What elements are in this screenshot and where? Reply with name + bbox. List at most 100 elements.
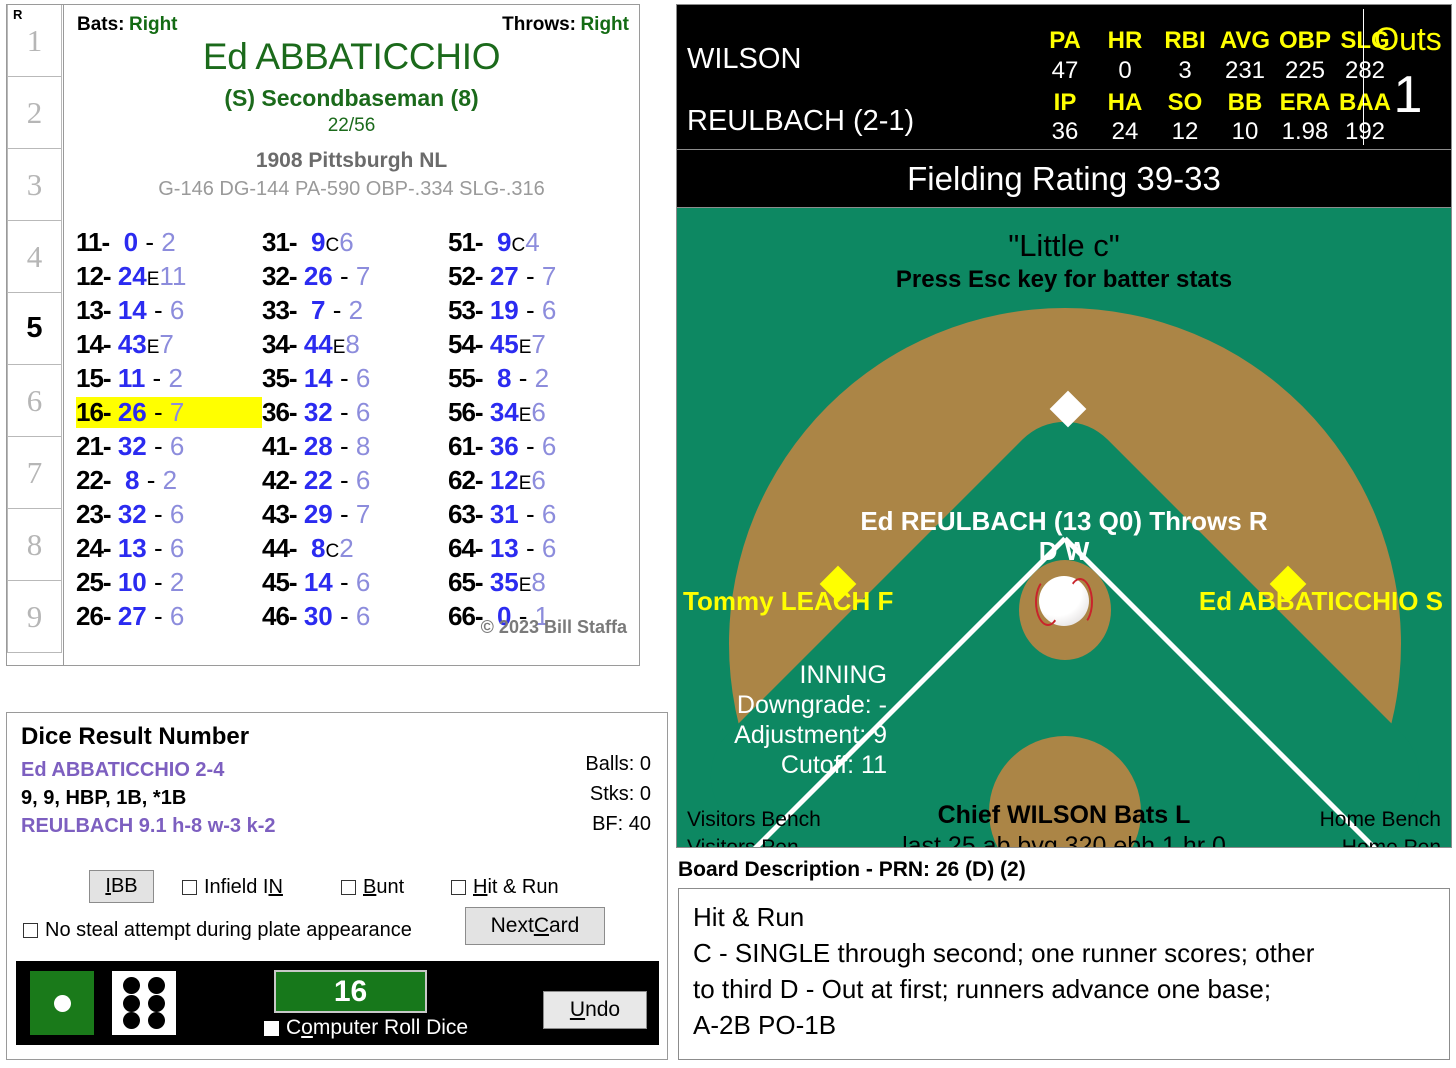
baseball-field: "Little c" Press Esc key for batter stat…: [676, 208, 1452, 848]
dice-result-entry: 16- 26 - 7: [76, 397, 262, 428]
player-stat-line: G-146 DG-144 PA-590 OBP-.334 SLG-.316: [158, 178, 545, 200]
pitcher-stat-value-cell: 24: [1111, 118, 1139, 145]
dice-result-entry: 45- 14 - 6: [262, 567, 371, 597]
computer-roll-label: Computer Roll Dice: [286, 1016, 469, 1039]
die-pip: [122, 994, 140, 1012]
dice-result-row: 25- 10 - 2 45- 14 - 6 65- 35E8: [76, 567, 636, 601]
white-die[interactable]: [112, 971, 176, 1035]
checkbox-box: [182, 880, 197, 895]
dice-roll-bar: 16 Computer Roll Dice Undo: [16, 961, 659, 1045]
green-die[interactable]: [30, 971, 94, 1035]
batters-faced-count: BF: 40: [592, 813, 651, 835]
board-description-line: C - SINGLE through second; one runner sc…: [693, 938, 1315, 968]
dice-result-entry: 52- 27 - 7: [448, 261, 557, 291]
batter-stat-header-cell: AVG: [1219, 27, 1271, 54]
pitcher-stat-values: 36 24 12 10 1.98 192: [1035, 118, 1395, 146]
dice-result-entry: 34- 44E8: [262, 329, 360, 359]
pitcher-stat-value-cell: 10: [1231, 118, 1259, 145]
hit-and-run-checkbox[interactable]: Hit & Run: [451, 876, 559, 899]
bunt-checkbox[interactable]: Bunt: [341, 876, 404, 899]
outs-divider: [1363, 9, 1364, 145]
player-ratio: 22/56: [327, 115, 376, 136]
roll-result-value: 16: [274, 970, 427, 1013]
batter-stat-value-cell: 225: [1284, 57, 1326, 84]
ibb-button[interactable]: I BB: [89, 870, 154, 903]
dice-result-row: 22- 8 - 2 42- 22 - 6 62- 12E6: [76, 465, 636, 499]
infield-in-checkbox[interactable]: Infield IN: [182, 876, 283, 899]
inning-cell-9[interactable]: 9: [7, 581, 62, 653]
pitcher-info-line1: Ed REULBACH (13 Q0) Throws R: [860, 506, 1268, 536]
fielding-rating-banner: Fielding Rating 39-33: [676, 150, 1452, 208]
batter-stat-header-cell: OBP: [1278, 27, 1331, 54]
batter-stat-header-cell: HR: [1107, 27, 1143, 54]
checkbox-box: [341, 880, 356, 895]
inning-cell-2[interactable]: 2: [7, 77, 62, 149]
dice-result-entry: 53- 19 - 6: [448, 295, 557, 325]
bats-throws-row: Bats: Right Throws: Right: [64, 14, 639, 36]
home-pen-link[interactable]: Home Pen: [1342, 836, 1441, 847]
dice-result-entry: 32- 26 - 7: [262, 261, 371, 291]
batter-stat-values: 47 0 3 231 225 282: [1035, 57, 1395, 85]
home-bench-link[interactable]: Home Bench: [1320, 808, 1441, 832]
die-pip: [122, 1012, 140, 1030]
dice-result-entry: 64- 13 - 6: [448, 533, 557, 563]
visitors-pen-link[interactable]: Visitors Pen: [687, 836, 799, 847]
bats-value: Right: [128, 14, 178, 35]
pitcher-info-line2: D W: [1038, 536, 1090, 566]
inning-cell-5-current[interactable]: 5: [7, 293, 62, 365]
no-steal-checkbox[interactable]: No steal attempt during plate appearance: [23, 919, 412, 942]
inning-cell-6[interactable]: 6: [7, 365, 62, 437]
no-steal-label: No steal attempt during plate appearance: [45, 919, 412, 941]
infield-in-label: Infield IN: [204, 876, 283, 898]
throws-group: Throws: Right: [502, 14, 629, 36]
board-description-title: Board Description - PRN: 26 (D) (2): [678, 858, 1026, 881]
dice-result-row: 24- 13 - 6 44- 8C2 64- 13 - 6: [76, 533, 636, 567]
esc-hint-message: Press Esc key for batter stats: [895, 266, 1233, 293]
die-pip: [148, 994, 166, 1012]
dice-result-entry: 42- 22 - 6: [262, 465, 371, 495]
inning-cell-7[interactable]: 7: [7, 437, 62, 509]
die-pip: [148, 976, 166, 994]
visitors-bench-link[interactable]: Visitors Bench: [687, 808, 821, 832]
copyright-notice: © 2023 Bill Staffa: [480, 617, 627, 637]
scoreboard: WILSON REULBACH (2-1) PA HR RBI AVG OBP SLG 4…: [676, 4, 1452, 150]
dice-result-entry: 62- 12E6: [448, 465, 546, 495]
dice-result-batter-line: Ed ABBATICCHIO 2-4: [21, 759, 225, 781]
inning-info-block: INNING Downgrade: - Adjustment: 9 Cutoff…: [687, 660, 887, 780]
right-panel: WILSON REULBACH (2-1) PA HR RBI AVG OBP SLG 4…: [676, 4, 1452, 1062]
dice-result-entry: 11- 0 - 2: [76, 227, 176, 257]
batter-stat-header-cell: RBI: [1164, 27, 1206, 54]
inning-cell-8[interactable]: 8: [7, 509, 62, 581]
inning-cell-3[interactable]: 3: [7, 149, 62, 221]
batter-stat-headers: PA HR RBI AVG OBP SLG: [1035, 27, 1395, 55]
dice-result-entry: 15- 11 - 2: [76, 363, 183, 393]
batter-stat-value-cell: 0: [1118, 57, 1132, 84]
dice-result-entry: 31- 9C6: [262, 227, 354, 257]
next-card-button[interactable]: Next Card: [465, 907, 605, 945]
dice-result-entry: 25- 10 - 2: [76, 567, 185, 597]
inning-cell-4[interactable]: 4: [7, 221, 62, 293]
player-position: (S) Secondbaseman (8): [224, 85, 479, 111]
dice-result-entry: 21- 32 - 6: [76, 431, 185, 461]
dice-result-grid: 11- 0 - 2 31- 9C6 51- 9C4 12- 24E11 32- 26 -…: [76, 227, 636, 635]
outs-label: Outs: [1374, 21, 1442, 57]
undo-button[interactable]: Undo: [543, 991, 647, 1029]
throws-label: Throws:: [502, 14, 576, 35]
runner-first-name[interactable]: Ed ABBATICCHIO S: [1199, 586, 1443, 617]
dice-result-entry: 41- 28 - 8: [262, 431, 371, 461]
strikes-count: Stks: 0: [589, 783, 651, 805]
outs-value: 1: [1393, 66, 1423, 124]
runner-third-name[interactable]: Tommy LEACH F: [683, 586, 893, 617]
dice-result-entry: 26- 27 - 6: [76, 601, 185, 631]
dice-result-entry: 54- 45E7: [448, 329, 546, 359]
batter-stat-value-cell: 47: [1051, 57, 1079, 84]
player-team: 1908 Pittsburgh NL: [255, 149, 448, 172]
dice-result-outcome-line: 9, 9, HBP, 1B, *1B: [21, 787, 187, 809]
dice-result-entry: 51- 9C4: [448, 227, 540, 257]
card-body: Bats: Right Throws: Right Ed ABBATICCHIO…: [63, 5, 639, 665]
hit-and-run-label: Hit & Run: [473, 876, 559, 898]
dice-result-row: 11- 0 - 2 31- 9C6 51- 9C4: [76, 227, 636, 261]
inning-label: INNING: [799, 661, 888, 689]
inning-column-header: R: [13, 7, 23, 22]
computer-roll-dice-checkbox[interactable]: Computer Roll Dice: [264, 1016, 468, 1040]
